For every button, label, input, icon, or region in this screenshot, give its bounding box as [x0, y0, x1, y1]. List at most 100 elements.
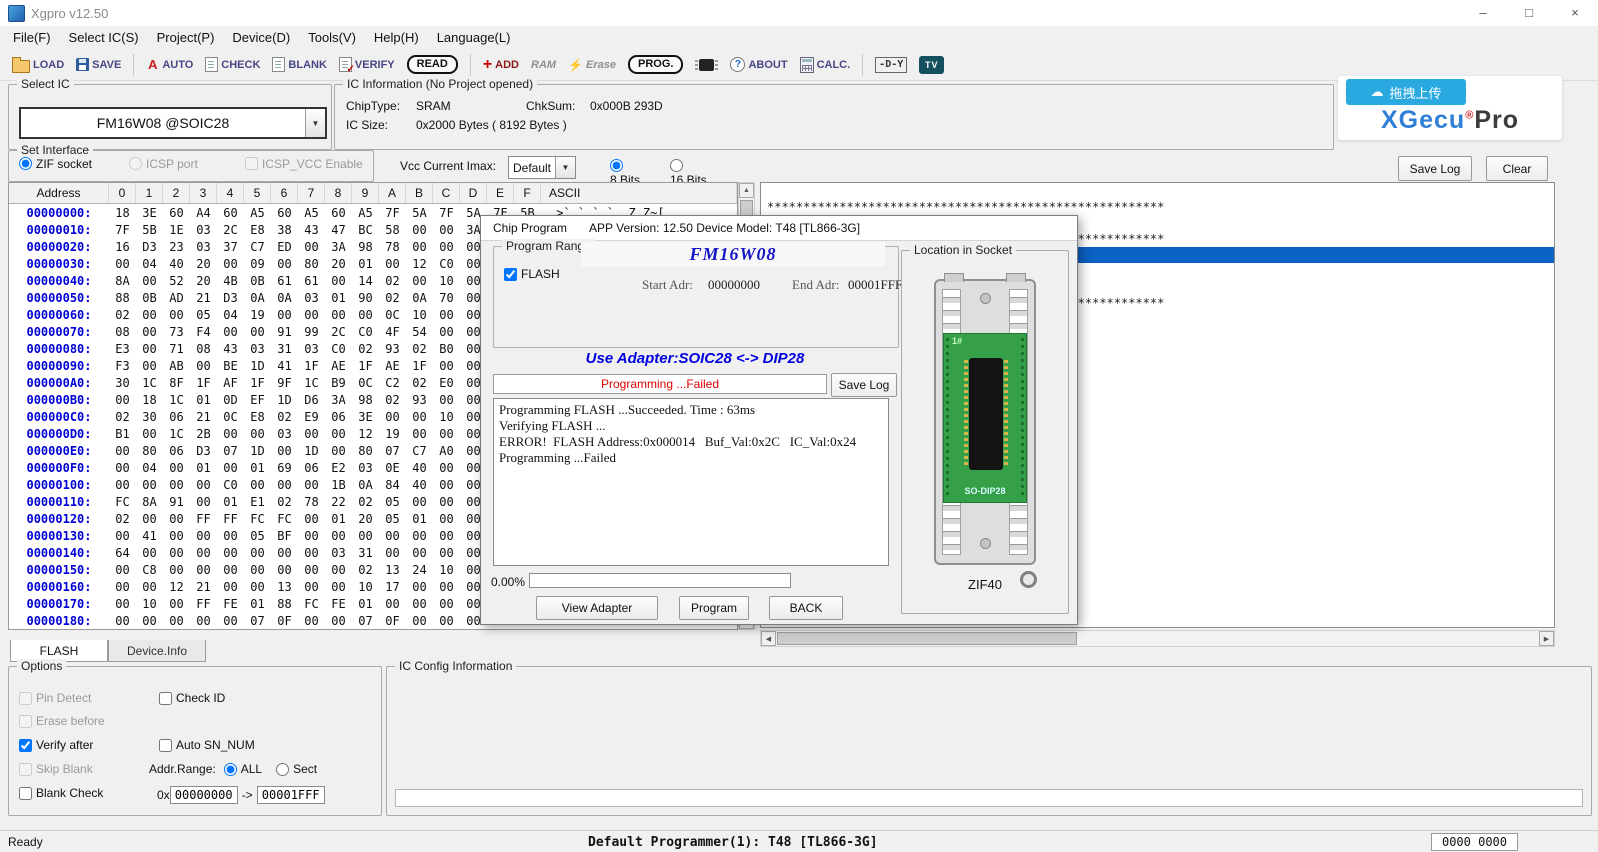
hex-byte[interactable]: 70 — [433, 291, 460, 305]
hex-byte[interactable]: 00 — [352, 529, 379, 543]
hex-byte[interactable]: 05 — [379, 512, 406, 526]
hex-byte[interactable]: 00 — [271, 308, 298, 322]
hex-byte[interactable]: 00 — [136, 478, 163, 492]
hex-byte[interactable]: 00 — [406, 546, 433, 560]
hex-byte[interactable]: 01 — [325, 512, 352, 526]
hex-byte[interactable]: 00 — [271, 563, 298, 577]
hex-byte[interactable]: 00 — [406, 410, 433, 424]
hex-byte[interactable]: 00 — [325, 529, 352, 543]
hex-byte[interactable]: 00 — [433, 461, 460, 475]
tv-button[interactable]: TV — [913, 54, 950, 76]
hex-byte[interactable]: 00 — [217, 461, 244, 475]
hex-byte[interactable]: 00 — [271, 257, 298, 271]
hex-byte[interactable]: 20 — [325, 257, 352, 271]
hex-byte[interactable]: 69 — [271, 461, 298, 475]
ram-button[interactable]: RAM — [525, 57, 562, 73]
icsp-vcc-checkbox[interactable] — [245, 157, 258, 170]
hex-byte[interactable]: 60 — [271, 206, 298, 220]
hex-byte[interactable]: 3A — [325, 393, 352, 407]
hex-byte[interactable]: 00 — [379, 410, 406, 424]
program-button[interactable]: Program — [679, 596, 749, 620]
hex-byte[interactable]: 37 — [217, 240, 244, 254]
upload-button[interactable]: ☁ 拖拽上传 — [1346, 79, 1466, 105]
select-ic-dropdown-icon[interactable]: ▼ — [305, 109, 325, 137]
hex-byte[interactable]: 00 — [406, 427, 433, 441]
hex-byte[interactable]: 7F — [109, 223, 136, 237]
hex-byte[interactable]: E1 — [244, 495, 271, 509]
skip-blank-checkbox[interactable] — [19, 763, 32, 776]
pin-detect-button[interactable]: -D-Y — [869, 55, 913, 75]
hex-byte[interactable]: FF — [190, 512, 217, 526]
hex-byte[interactable]: 19 — [379, 427, 406, 441]
hex-byte[interactable]: 1C — [163, 427, 190, 441]
hex-byte[interactable]: A5 — [244, 206, 271, 220]
hex-byte[interactable]: 00 — [325, 580, 352, 594]
hex-byte[interactable]: 80 — [298, 257, 325, 271]
hex-byte[interactable]: 40 — [406, 461, 433, 475]
hex-byte[interactable]: 12 — [406, 257, 433, 271]
hex-byte[interactable]: 4B — [217, 274, 244, 288]
hex-byte[interactable]: 5A — [406, 206, 433, 220]
hex-byte[interactable]: 00 — [163, 478, 190, 492]
hex-byte[interactable]: 00 — [109, 478, 136, 492]
hex-byte[interactable]: 00 — [217, 580, 244, 594]
hex-byte[interactable]: 20 — [352, 512, 379, 526]
add-button[interactable]: +ADD — [477, 56, 525, 74]
hex-byte[interactable]: 00 — [190, 546, 217, 560]
hex-byte[interactable]: 00 — [433, 614, 460, 628]
hex-byte[interactable]: 00 — [271, 546, 298, 560]
menu-item-languagel[interactable]: Language(L) — [428, 28, 520, 47]
hex-byte[interactable]: 00 — [298, 614, 325, 628]
hex-byte[interactable]: 18 — [109, 206, 136, 220]
hex-byte[interactable]: 00 — [406, 274, 433, 288]
hex-byte[interactable]: 41 — [136, 529, 163, 543]
log-scroll-thumb[interactable] — [777, 632, 1077, 645]
hex-byte[interactable]: 0A — [244, 291, 271, 305]
hex-byte[interactable]: E2 — [325, 461, 352, 475]
hex-byte[interactable]: D3 — [190, 444, 217, 458]
hex-byte[interactable]: 02 — [271, 495, 298, 509]
hex-byte[interactable]: 00 — [244, 478, 271, 492]
hex-byte[interactable]: 1B — [325, 478, 352, 492]
hex-byte[interactable]: 00 — [136, 580, 163, 594]
select-ic-combo[interactable]: FM16W08 @SOIC28 ▼ — [19, 107, 327, 139]
hex-byte[interactable]: 00 — [379, 546, 406, 560]
hex-byte[interactable]: 8F — [163, 376, 190, 390]
hex-byte[interactable]: 04 — [217, 308, 244, 322]
hex-byte[interactable]: 12 — [163, 580, 190, 594]
hex-byte[interactable]: D6 — [298, 393, 325, 407]
about-button[interactable]: ?ABOUT — [724, 55, 793, 74]
hex-byte[interactable]: FC — [244, 512, 271, 526]
hex-byte[interactable]: 03 — [190, 240, 217, 254]
hex-byte[interactable]: 00 — [352, 308, 379, 322]
hex-byte[interactable]: 06 — [163, 444, 190, 458]
hex-byte[interactable]: 03 — [298, 291, 325, 305]
hex-byte[interactable]: 0F — [271, 614, 298, 628]
hex-byte[interactable]: 00 — [271, 444, 298, 458]
hex-byte[interactable]: 00 — [406, 240, 433, 254]
hex-byte[interactable]: 88 — [109, 291, 136, 305]
hex-byte[interactable]: 60 — [163, 206, 190, 220]
hex-byte[interactable]: 00 — [109, 614, 136, 628]
blank-button[interactable]: BLANK — [266, 55, 333, 74]
hex-byte[interactable]: 64 — [109, 546, 136, 560]
log-horizontal-scrollbar[interactable]: ◀ ▶ — [760, 630, 1555, 647]
hex-byte[interactable]: 08 — [190, 342, 217, 356]
hex-byte[interactable]: 00 — [136, 325, 163, 339]
hex-byte[interactable]: 02 — [379, 274, 406, 288]
hex-byte[interactable]: 9F — [271, 376, 298, 390]
hex-byte[interactable]: 40 — [406, 478, 433, 492]
hex-byte[interactable]: 61 — [298, 274, 325, 288]
auto-button[interactable]: AAUTO — [140, 56, 199, 74]
hex-byte[interactable]: FF — [217, 512, 244, 526]
hex-byte[interactable]: 02 — [271, 410, 298, 424]
hex-byte[interactable]: 80 — [352, 444, 379, 458]
hex-byte[interactable]: 00 — [190, 614, 217, 628]
clear-button[interactable]: Clear — [1486, 156, 1548, 181]
hex-byte[interactable]: 38 — [271, 223, 298, 237]
view-adapter-button[interactable]: View Adapter — [536, 596, 658, 620]
hex-byte[interactable]: 00 — [109, 563, 136, 577]
hex-byte[interactable]: FC — [298, 597, 325, 611]
auto-sn-checkbox[interactable] — [159, 739, 172, 752]
hex-byte[interactable]: 21 — [190, 410, 217, 424]
